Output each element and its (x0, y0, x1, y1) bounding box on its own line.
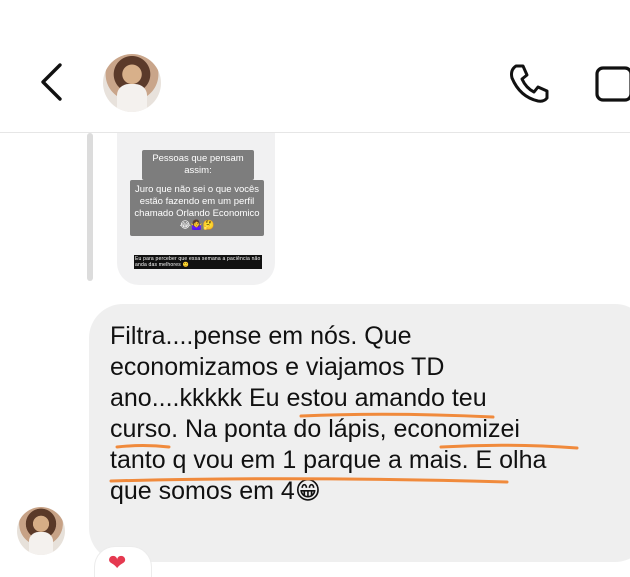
video-camera-icon[interactable] (594, 66, 630, 102)
story-caption-1: Pessoas que pensam assim: (142, 150, 254, 180)
phone-icon[interactable] (506, 62, 550, 104)
sender-avatar[interactable] (17, 507, 65, 555)
reply-indicator-bar (87, 133, 93, 281)
heart-icon: ❤ (108, 550, 127, 575)
story-caption-2: Juro que não sei o que vocês estão fazen… (130, 180, 264, 236)
message-thread: Pessoas que pensam assim: Juro que não s… (0, 133, 630, 577)
reaction-badge[interactable]: ❤ (95, 547, 151, 577)
contact-avatar[interactable] (103, 54, 161, 112)
message-text: Filtra....pense em nós. Que economizamos… (110, 322, 547, 505)
message-bubble[interactable]: Filtra....pense em nós. Que economizamos… (89, 304, 630, 562)
story-preview[interactable]: Pessoas que pensam assim: Juro que não s… (117, 133, 275, 285)
chevron-left-icon[interactable] (36, 62, 68, 102)
chat-header (0, 0, 630, 133)
story-footer-text: Eu para perceber que essa semana a paciê… (134, 255, 262, 269)
